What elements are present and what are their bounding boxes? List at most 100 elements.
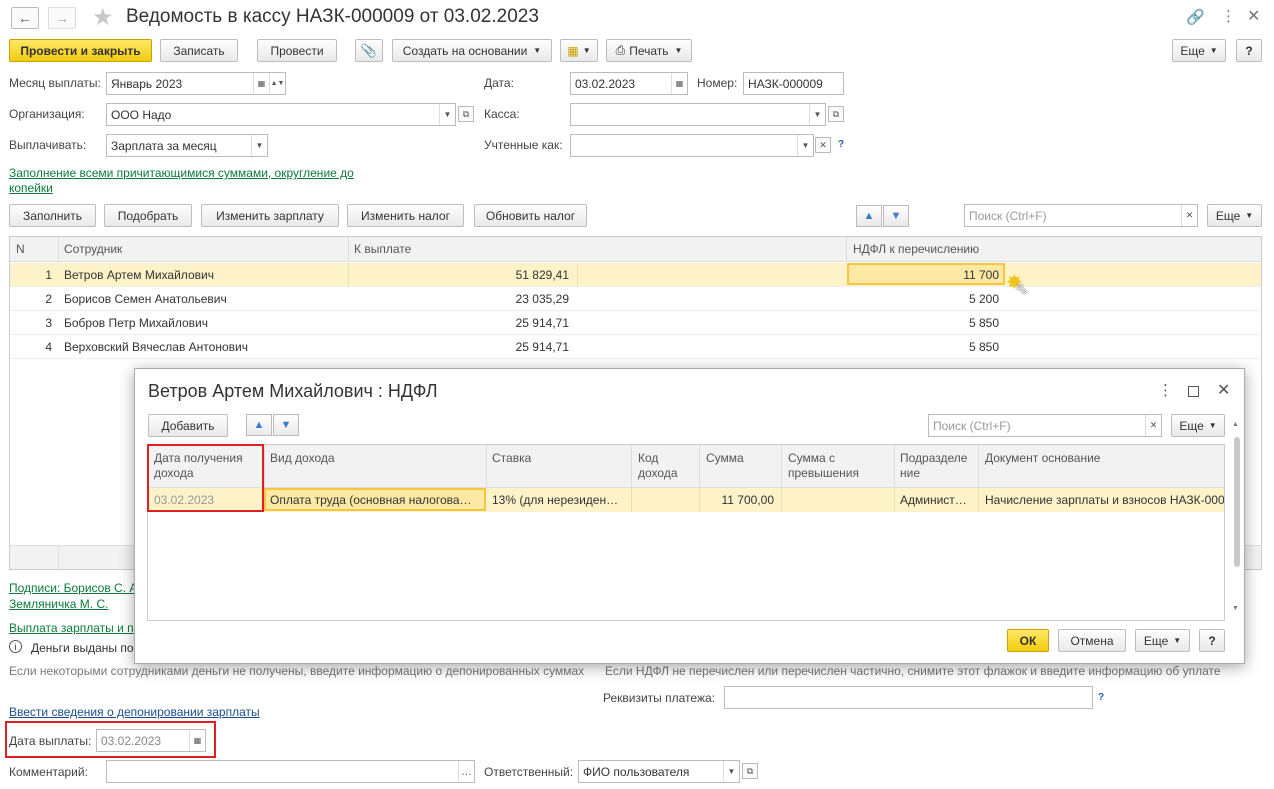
post-and-close-button[interactable]: Провести и закрыть (9, 39, 152, 62)
create-based-button[interactable]: Создать на основании ▼ (392, 39, 552, 62)
open-icon[interactable]: ⧉ (458, 106, 474, 122)
print-button[interactable]: ⎙ Печать ▼ (606, 39, 692, 62)
dialog-help-button[interactable]: ? (1199, 629, 1225, 652)
arrow-up-icon: ▲ (253, 419, 265, 431)
post-button[interactable]: Провести (257, 39, 337, 62)
save-button[interactable]: Записать (160, 39, 238, 62)
col-doc[interactable]: Документ основание (985, 451, 1100, 465)
payment-details-field[interactable] (724, 686, 1093, 709)
ok-button[interactable]: ОК (1007, 629, 1049, 652)
scrollbar[interactable]: ▲ ▼ (1232, 421, 1242, 617)
pay-type-field[interactable]: Зарплата за месяц ▼ (106, 134, 268, 157)
organization-label: Организация: (9, 107, 85, 121)
clear-icon[interactable]: ✕ (1145, 415, 1161, 436)
col-ndfl[interactable]: НДФЛ к перечислению (853, 242, 979, 256)
col-excess[interactable]: Сумма с превышения (788, 451, 859, 481)
month-field[interactable]: Январь 2023 ▦ ▲▼ (106, 72, 286, 95)
col-n[interactable]: N (16, 242, 25, 256)
maximize-icon[interactable] (1188, 386, 1199, 397)
organization-field[interactable]: ООО Надо ▼ (106, 103, 456, 126)
col-employee[interactable]: Сотрудник (64, 242, 122, 256)
scroll-thumb[interactable] (1234, 437, 1240, 567)
calendar-icon[interactable]: ▦ (253, 73, 269, 94)
fill-settings-link-line2[interactable]: копейки (9, 181, 53, 195)
menu-dots-icon[interactable]: ⋮ (1221, 7, 1236, 25)
chevron-down-icon[interactable]: ▼ (723, 761, 739, 782)
col-rate[interactable]: Ставка (492, 451, 531, 465)
close-icon[interactable]: ✕ (1247, 6, 1260, 26)
chevron-down-icon: ▼ (1208, 421, 1217, 430)
help-question-icon[interactable]: ? (838, 139, 844, 150)
fill-settings-link[interactable]: Заполнение всеми причитающимися суммами,… (9, 166, 354, 180)
search-input[interactable]: Поиск (Ctrl+F) ✕ (964, 204, 1198, 227)
move-down-button[interactable]: ▼ (273, 414, 299, 436)
open-icon[interactable]: ⧉ (742, 763, 758, 779)
col-sum[interactable]: Сумма (706, 451, 744, 465)
deposit-link[interactable]: Ввести сведения о депонировании зарплаты (9, 705, 260, 719)
col-pay[interactable]: К выплате (354, 242, 411, 256)
calendar-icon[interactable]: ▦ (189, 730, 205, 751)
table-row[interactable]: 2 Борисов Семен Анатольевич 23 035,29 5 … (10, 287, 1261, 311)
forward-button[interactable]: → (48, 7, 76, 29)
change-tax-button[interactable]: Изменить налог (347, 204, 464, 227)
fill-button[interactable]: Заполнить (9, 204, 96, 227)
scroll-up-icon[interactable]: ▲ (1232, 421, 1239, 428)
more-button[interactable]: Еще ▼ (1172, 39, 1226, 62)
move-down-button[interactable]: ▼ (883, 205, 909, 227)
kassa-field[interactable]: ▼ (570, 103, 826, 126)
table-row[interactable]: 3 Бобров Петр Михайлович 25 914,71 5 850 (10, 311, 1261, 335)
document-icon: ▦ (567, 43, 579, 58)
spin-icon[interactable]: ▲▼ (269, 73, 285, 94)
attachment-button[interactable]: 📎 (355, 39, 383, 62)
open-icon[interactable]: ⧉ (828, 106, 844, 122)
report-button[interactable]: ▦ ▼ (560, 39, 598, 62)
help-button[interactable]: ? (1236, 39, 1262, 62)
dialog-bottom-more-button[interactable]: Еще ▼ (1135, 629, 1190, 652)
col-income-kind[interactable]: Вид дохода (270, 451, 335, 465)
deposit-hint: Если некоторыми сотрудниками деньги не п… (9, 664, 585, 678)
move-up-button[interactable]: ▲ (856, 205, 882, 227)
window-title: Ведомость в кассу НАЗК-000009 от 03.02.2… (126, 6, 539, 27)
table-row[interactable]: 4 Верховский Вячеслав Антонович 25 914,7… (10, 335, 1261, 359)
table-more-button[interactable]: Еще ▼ (1207, 204, 1262, 227)
move-up-button[interactable]: ▲ (246, 414, 272, 436)
chevron-down-icon[interactable]: ▼ (809, 104, 825, 125)
pay-date-field[interactable]: 03.02.2023 ▦ (96, 729, 206, 752)
table-row[interactable]: 1 Ветров Артем Михайлович 51 829,41 11 7… (10, 263, 1261, 287)
help-question-icon[interactable]: ? (1098, 692, 1104, 703)
dialog-search-input[interactable]: Поиск (Ctrl+F) ✕ (928, 414, 1162, 437)
star-icon[interactable]: ★ (92, 3, 114, 32)
menu-dots-icon[interactable]: ⋮ (1158, 381, 1173, 399)
change-salary-button[interactable]: Изменить зарплату (201, 204, 339, 227)
chevron-down-icon[interactable]: ▼ (251, 135, 267, 156)
number-field[interactable]: НАЗК-000009 (743, 72, 844, 95)
col-department[interactable]: Подразделе ние (900, 451, 967, 481)
number-label: Номер: (697, 76, 738, 90)
date-field[interactable]: 03.02.2023 ▦ (570, 72, 688, 95)
salary-payout-link[interactable]: Выплата зарплаты и п (9, 621, 134, 635)
table-row[interactable]: 03.02.2023 Оплата труда (основная налого… (148, 488, 1224, 512)
back-button[interactable]: ← (11, 7, 39, 29)
responsible-label: Ответственный: (484, 765, 574, 779)
comment-field[interactable]: … (106, 760, 475, 783)
counted-field[interactable]: ▼ (570, 134, 814, 157)
clear-icon[interactable]: ✕ (1181, 205, 1197, 226)
signatures-link-line2[interactable]: Земляничка М. С. (9, 597, 108, 611)
ellipsis-icon[interactable]: … (458, 761, 474, 782)
dialog-table: Дата получения дохода Вид дохода Ставка К… (147, 444, 1225, 621)
responsible-field[interactable]: ФИО пользователя ▼ (578, 760, 740, 783)
cancel-button[interactable]: Отмена (1058, 629, 1126, 652)
chevron-down-icon[interactable]: ▼ (797, 135, 813, 156)
pick-button[interactable]: Подобрать (104, 204, 192, 227)
clear-icon[interactable]: ✕ (815, 137, 831, 153)
col-income-code[interactable]: Код дохода (638, 451, 678, 481)
calendar-icon[interactable]: ▦ (671, 73, 687, 94)
chevron-down-icon[interactable]: ▼ (439, 104, 455, 125)
link-icon[interactable]: 🔗 (1186, 8, 1205, 26)
refresh-tax-button[interactable]: Обновить налог (474, 204, 587, 227)
scroll-down-icon[interactable]: ▼ (1232, 605, 1239, 612)
close-icon[interactable]: ✕ (1217, 380, 1230, 400)
dialog-more-button[interactable]: Еще ▼ (1171, 414, 1225, 437)
signatures-link[interactable]: Подписи: Борисов С. А. (9, 581, 141, 595)
add-button[interactable]: Добавить (148, 414, 228, 437)
